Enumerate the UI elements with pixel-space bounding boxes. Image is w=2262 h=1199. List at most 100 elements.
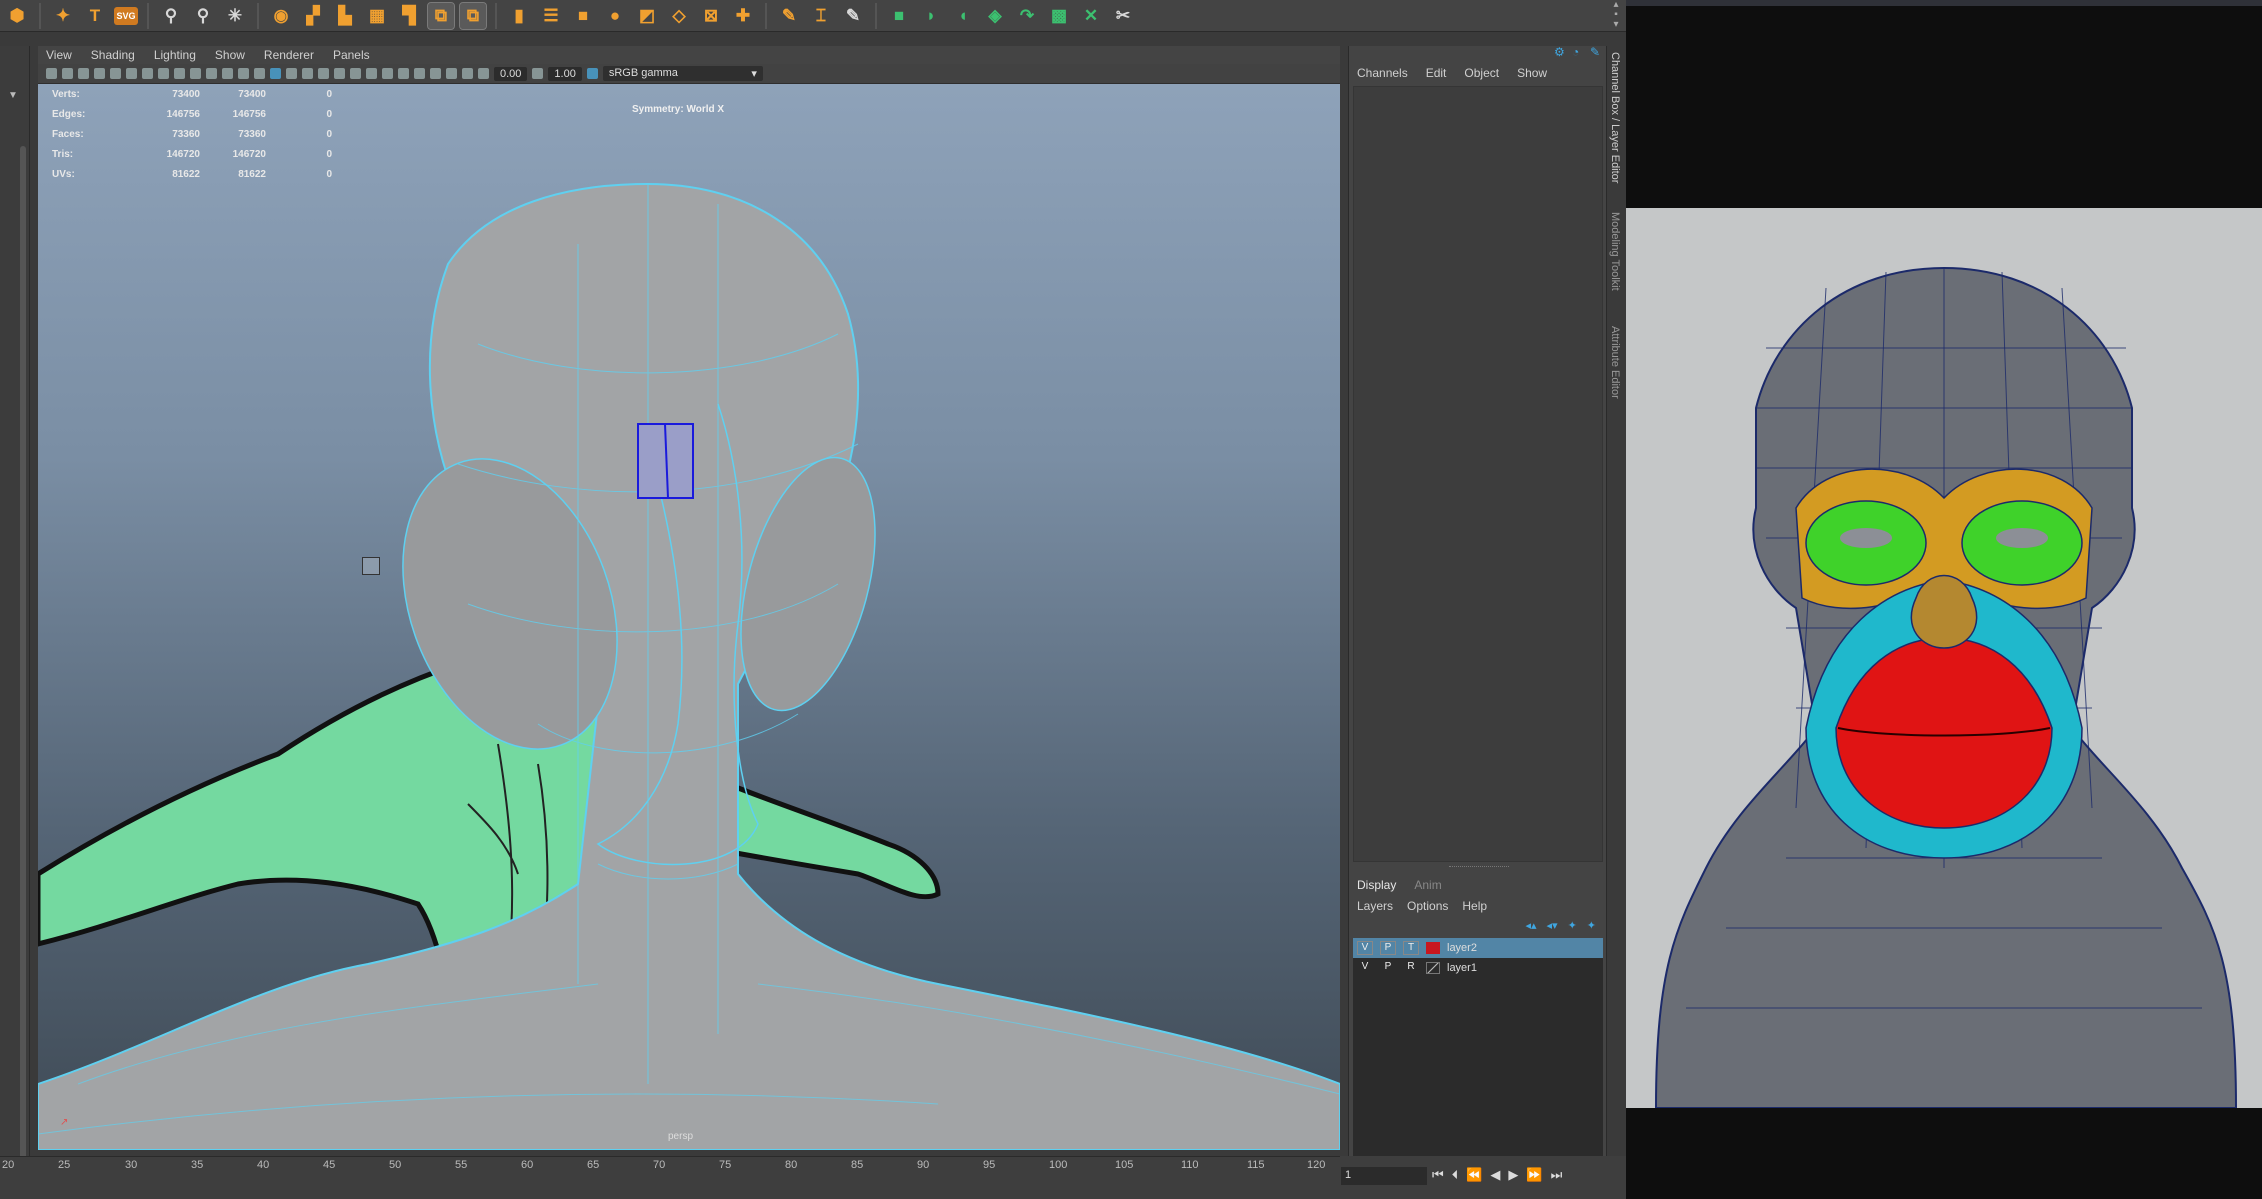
menu-layers[interactable]: Layers <box>1357 899 1393 913</box>
channel-settings-icon[interactable]: ⚙ <box>1554 46 1566 58</box>
film-gate-icon[interactable] <box>158 68 169 79</box>
layer-row[interactable]: V P R layer1 <box>1353 958 1603 978</box>
gamma-field[interactable]: 1.00 <box>548 66 582 81</box>
tab-attribute-editor[interactable]: Attribute Editor <box>1609 326 1621 399</box>
edge-loop-icon[interactable]: ⌶ <box>808 3 834 29</box>
layer-name[interactable]: layer2 <box>1447 942 1477 954</box>
left-scrollbar[interactable] <box>20 146 26 1166</box>
layer-row[interactable]: V P T layer2 <box>1353 938 1603 958</box>
grid-icon[interactable]: ▦ <box>364 3 390 29</box>
play-forwards-icon[interactable]: ▶ <box>1508 1167 1518 1183</box>
bevel-icon[interactable]: ◩ <box>634 3 660 29</box>
next-key-icon[interactable]: ⏩ <box>1526 1167 1542 1183</box>
channel-help-icon[interactable]: ◔ <box>1572 46 1584 58</box>
tab-display[interactable]: Display <box>1357 878 1396 892</box>
current-frame-field[interactable]: 1 <box>1341 1167 1427 1185</box>
go-to-end-icon[interactable]: ⏭ <box>1551 1167 1563 1183</box>
xray-components-icon[interactable] <box>462 68 473 79</box>
color-management-icon[interactable] <box>586 68 598 79</box>
menu-show[interactable]: Show <box>1517 66 1547 80</box>
tab-anim[interactable]: Anim <box>1414 878 1441 892</box>
mirror-icon[interactable]: ⧉ <box>427 1 455 30</box>
svg-icon[interactable]: SVG <box>114 6 138 25</box>
textured-icon[interactable] <box>302 68 313 79</box>
layer-playback-toggle[interactable]: P <box>1380 961 1396 975</box>
gate-mask-icon[interactable] <box>190 68 201 79</box>
collapse-arrow-icon[interactable]: ▼ <box>8 90 18 101</box>
smooth-shade-icon[interactable] <box>270 68 281 79</box>
tab-modeling-toolkit[interactable]: Modeling Toolkit <box>1609 212 1621 291</box>
layer-visibility-toggle[interactable]: V <box>1357 961 1373 975</box>
exposure-icon[interactable] <box>478 68 489 79</box>
menu-edit[interactable]: Edit <box>1426 66 1447 80</box>
layers-icon[interactable]: ☰ <box>538 3 564 29</box>
default-material-icon[interactable] <box>286 68 297 79</box>
move-layer-down-icon[interactable]: ◂▾ <box>1547 919 1558 932</box>
uv-sew-icon[interactable]: ↷ <box>1014 3 1040 29</box>
gamma-icon[interactable] <box>532 68 544 79</box>
menu-object[interactable]: Object <box>1464 66 1499 80</box>
menu-show[interactable]: Show <box>215 48 245 62</box>
lights-icon[interactable] <box>318 68 329 79</box>
layer-display-type-toggle[interactable]: T <box>1403 941 1419 955</box>
plane-icon[interactable]: ◇ <box>666 3 692 29</box>
step-back-key-icon[interactable]: ⏴ <box>1452 1167 1459 1183</box>
mirror-cut-icon[interactable]: ⧉ <box>459 1 487 30</box>
tab-channel-box-layer-editor[interactable]: Channel Box / Layer Editor <box>1609 52 1621 183</box>
layer-visibility-toggle[interactable]: V <box>1357 941 1373 955</box>
exposure-field[interactable]: 0.00 <box>494 66 528 81</box>
manipulator-handle[interactable] <box>362 557 380 575</box>
2d-pan-icon[interactable] <box>110 68 121 79</box>
polygon-icon[interactable]: ⬢ <box>4 3 30 29</box>
fill-hole-icon[interactable]: ✚ <box>730 3 756 29</box>
separate-icon[interactable]: ▙ <box>332 3 358 29</box>
offset-loop-icon[interactable]: ✎ <box>840 3 866 29</box>
layer-playback-toggle[interactable]: P <box>1380 941 1396 955</box>
multicut-icon[interactable]: ✎ <box>776 3 802 29</box>
new-layer-selected-icon[interactable]: ✦ <box>1587 919 1596 932</box>
uv-sphere-icon[interactable]: ◖ <box>950 3 976 29</box>
uv-editor-icon[interactable]: ✂ <box>1110 3 1136 29</box>
menu-panels[interactable]: Panels <box>333 48 370 62</box>
xray-joints-icon[interactable] <box>446 68 457 79</box>
extrude-icon[interactable]: ▮ <box>506 3 532 29</box>
menu-renderer[interactable]: Renderer <box>264 48 314 62</box>
panel-splitter[interactable] <box>1449 866 1509 869</box>
aa-icon[interactable] <box>382 68 393 79</box>
boolean-icon[interactable]: ▜ <box>396 3 422 29</box>
uv-cube-icon[interactable]: ■ <box>886 3 912 29</box>
camera-icon[interactable] <box>46 68 57 79</box>
uv-cylinder-icon[interactable]: ◗ <box>918 3 944 29</box>
safe-action-icon[interactable] <box>222 68 233 79</box>
dof-icon[interactable] <box>398 68 409 79</box>
wireframe-icon[interactable] <box>254 68 265 79</box>
menu-view[interactable]: View <box>46 48 72 62</box>
play-backwards-icon[interactable]: ◀ <box>1490 1167 1500 1183</box>
color-space-dropdown[interactable]: sRGB gamma ▾ <box>602 66 763 81</box>
sphere-icon[interactable]: ◉ <box>268 3 294 29</box>
menu-lighting[interactable]: Lighting <box>154 48 196 62</box>
cube-icon[interactable]: ■ <box>570 3 596 29</box>
menu-options[interactable]: Options <box>1407 899 1448 913</box>
pivot-icon[interactable]: ✳ <box>222 3 248 29</box>
uv-cut-icon[interactable]: ✕ <box>1078 3 1104 29</box>
image-plane-icon[interactable] <box>94 68 105 79</box>
sculpt-icon[interactable]: ⚲ <box>158 3 184 29</box>
safe-title-icon[interactable] <box>238 68 249 79</box>
go-to-start-icon[interactable]: ⏮ <box>1432 1167 1444 1183</box>
move-layer-up-icon[interactable]: ◂▴ <box>1525 919 1536 932</box>
menu-help[interactable]: Help <box>1462 899 1487 913</box>
star-icon[interactable]: ✦ <box>50 3 76 29</box>
layer-color-swatch[interactable] <box>1426 962 1440 974</box>
field-chart-icon[interactable] <box>206 68 217 79</box>
grease-pencil-icon[interactable] <box>126 68 137 79</box>
motion-blur-icon[interactable] <box>366 68 377 79</box>
shadows-icon[interactable] <box>334 68 345 79</box>
time-slider[interactable]: 20 25 30 35 40 45 50 55 60 65 70 75 80 8… <box>0 1156 1340 1199</box>
layer-name[interactable]: layer1 <box>1447 962 1477 974</box>
xray-icon[interactable] <box>430 68 441 79</box>
new-layer-icon[interactable]: ✦ <box>1568 919 1577 932</box>
menu-channels[interactable]: Channels <box>1357 66 1408 80</box>
uv-unfold-icon[interactable]: ◈ <box>982 3 1008 29</box>
panel-collapse-icon[interactable]: ▴ ▪ ▾ <box>1606 0 1626 32</box>
